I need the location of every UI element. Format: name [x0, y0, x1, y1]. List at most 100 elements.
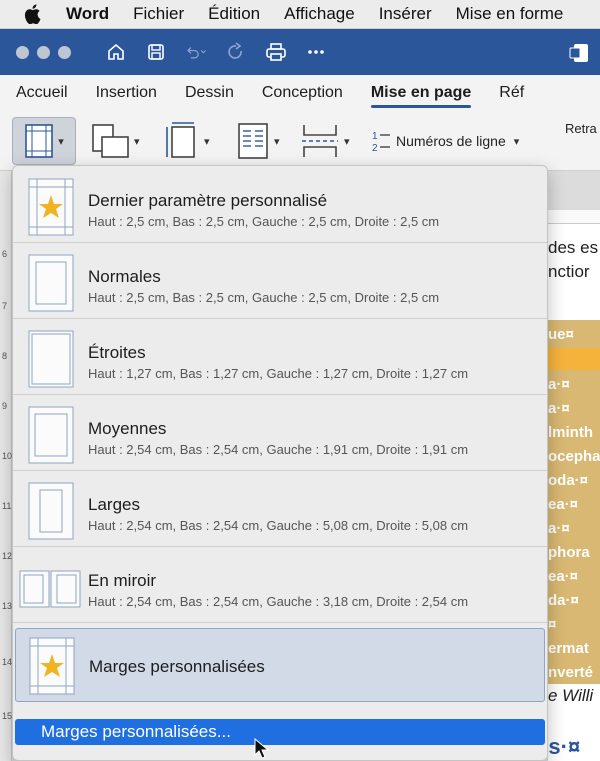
page-wide-icon — [28, 482, 74, 540]
page-break-icon — [302, 125, 338, 157]
menu-item-name: En miroir — [88, 571, 157, 590]
document-page[interactable]: des es nctior ue¤ a·¤ a·¤ lminth ocepha … — [548, 224, 600, 761]
document-text: e Willi — [548, 686, 594, 705]
ruler-number: 6 — [2, 249, 8, 259]
undo-icon[interactable] — [185, 41, 207, 63]
page-mirror-icon — [19, 570, 81, 608]
menu-word[interactable]: Word — [66, 4, 109, 24]
menu-item-last-custom[interactable]: Dernier paramètre personnalisé Haut : 2,… — [13, 166, 547, 242]
columns-button[interactable]: ▾ — [236, 117, 280, 165]
margins-dropdown-menu: Dernier paramètre personnalisé Haut : 2,… — [12, 165, 548, 761]
margins-button[interactable]: ▾ — [12, 117, 76, 165]
orientation-button[interactable]: ▾ — [90, 117, 140, 165]
menu-item-name: Marges personnalisées — [89, 657, 265, 676]
ruler-number: 10 — [2, 451, 13, 461]
tab-conception[interactable]: Conception — [262, 78, 343, 108]
menu-item-name: Dernier paramètre personnalisé — [88, 191, 328, 210]
menu-item-name: Étroites — [88, 343, 146, 362]
orientation-icon — [92, 124, 129, 158]
size-button[interactable]: ▾ — [164, 117, 210, 165]
table-cell: a·¤ — [548, 400, 570, 417]
apple-logo-icon[interactable] — [24, 4, 46, 24]
menu-item-custom-margins[interactable]: Marges personnalisées — [15, 628, 545, 702]
menu-inserer[interactable]: Insérer — [379, 4, 432, 24]
home-icon[interactable] — [105, 41, 127, 63]
custom-margins-dialog-item[interactable]: Marges personnalisées... — [15, 719, 545, 745]
ruler-number: 8 — [2, 351, 8, 361]
breaks-button[interactable]: ▾ — [300, 117, 350, 165]
chevron-down-icon: ▾ — [344, 135, 350, 148]
menu-item-etroites[interactable]: Étroites Haut : 1,27 cm, Bas : 1,27 cm, … — [13, 318, 547, 394]
star-page-icon — [28, 178, 74, 236]
document-text: des es — [548, 238, 599, 257]
menu-item-desc: Haut : 2,5 cm, Bas : 2,5 cm, Gauche : 2,… — [88, 290, 440, 305]
ruler-number: 12 — [2, 551, 13, 561]
menu-mise-en-forme[interactable]: Mise en forme — [456, 4, 564, 24]
table-cell: a·¤ — [548, 376, 570, 393]
table-cell: ue¤ — [548, 326, 574, 343]
chevron-down-icon: ▾ — [513, 135, 520, 148]
ribbon-toolbar: ▾ ▾ ▾ ▾ ▾ 12 Numéros de ligne ▾ Retra — [0, 111, 600, 171]
margins-icon — [25, 124, 54, 158]
page-size-icon — [166, 122, 195, 158]
tab-dessin[interactable]: Dessin — [185, 78, 234, 108]
ribbon-tabs: Accueil Insertion Dessin Conception Mise… — [0, 75, 600, 111]
tab-accueil[interactable]: Accueil — [16, 78, 68, 108]
menu-separator — [13, 622, 547, 623]
save-icon[interactable] — [145, 41, 167, 63]
chevron-down-icon: ▾ — [274, 135, 280, 148]
tab-mise-en-page[interactable]: Mise en page — [370, 78, 472, 108]
menu-item-normales[interactable]: Normales Haut : 2,5 cm, Bas : 2,5 cm, Ga… — [13, 242, 547, 318]
menu-item-moyennes[interactable]: Moyennes Haut : 2,54 cm, Bas : 2,54 cm, … — [13, 394, 547, 470]
table-cell: ermat — [548, 640, 589, 657]
line-numbers-button[interactable]: 12 Numéros de ligne ▾ — [370, 117, 519, 165]
menu-item-desc: Haut : 2,54 cm, Bas : 2,54 cm, Gauche : … — [88, 442, 469, 457]
table-cell: phora — [548, 544, 590, 561]
word-document-icon — [568, 42, 590, 64]
menu-item-name: Normales — [88, 267, 161, 286]
columns-icon — [238, 123, 268, 159]
horizontal-ruler — [548, 210, 600, 224]
ruler-number: 11 — [2, 501, 12, 511]
minimize-window-button[interactable] — [37, 45, 50, 59]
table-cell: ocepha — [548, 448, 600, 465]
table-cell: a·¤ — [548, 520, 570, 537]
redo-icon[interactable] — [225, 41, 247, 63]
menu-item-desc: Haut : 2,54 cm, Bas : 2,54 cm, Gauche : … — [88, 594, 469, 609]
chevron-down-icon: ▾ — [204, 135, 210, 148]
table-cell: ea·¤ — [548, 568, 579, 585]
table-header-row — [548, 348, 600, 370]
chevron-down-icon: ▾ — [134, 135, 140, 148]
more-icon[interactable] — [305, 41, 327, 63]
menu-affichage[interactable]: Affichage — [284, 4, 355, 24]
menu-fichier[interactable]: Fichier — [133, 4, 184, 24]
print-icon[interactable] — [265, 41, 287, 63]
table-cell: ea·¤ — [548, 496, 579, 513]
menu-item-larges[interactable]: Larges Haut : 2,54 cm, Bas : 2,54 cm, Ga… — [13, 470, 547, 546]
menu-item-desc: Haut : 2,5 cm, Bas : 2,5 cm, Gauche : 2,… — [88, 214, 440, 229]
table-cell: ¤ — [548, 616, 557, 633]
table-cell: lminth — [548, 424, 593, 441]
tab-insertion[interactable]: Insertion — [96, 78, 157, 108]
page-normal-icon — [28, 254, 74, 312]
ruler-number: 15 — [2, 711, 13, 721]
vertical-ruler: 6 7 8 9 10 11 12 13 14 15 — [0, 171, 12, 761]
word-title-bar — [0, 29, 600, 75]
menu-item-en-miroir[interactable]: En miroir Haut : 2,54 cm, Bas : 2,54 cm,… — [13, 546, 547, 622]
line-numbers-icon: 12 — [372, 131, 390, 154]
zoom-window-button[interactable] — [58, 45, 71, 59]
tab-references[interactable]: Réf — [499, 78, 524, 108]
macos-menu-bar: Word Fichier Édition Affichage Insérer M… — [0, 0, 600, 29]
svg-text:2: 2 — [372, 143, 378, 154]
ruler-number: 13 — [2, 601, 13, 611]
chevron-down-icon: ▾ — [58, 135, 64, 148]
ruler-number: 9 — [2, 401, 8, 411]
menu-item-desc: Haut : 2,54 cm, Bas : 2,54 cm, Gauche : … — [88, 518, 469, 533]
menu-item-name: Moyennes — [88, 419, 167, 438]
page-narrow-icon — [28, 330, 74, 388]
star-page-icon — [29, 637, 75, 695]
close-window-button[interactable] — [16, 45, 29, 59]
line-numbers-label: Numéros de ligne — [396, 133, 506, 149]
page-moderate-icon — [28, 406, 74, 464]
menu-edition[interactable]: Édition — [208, 4, 260, 24]
